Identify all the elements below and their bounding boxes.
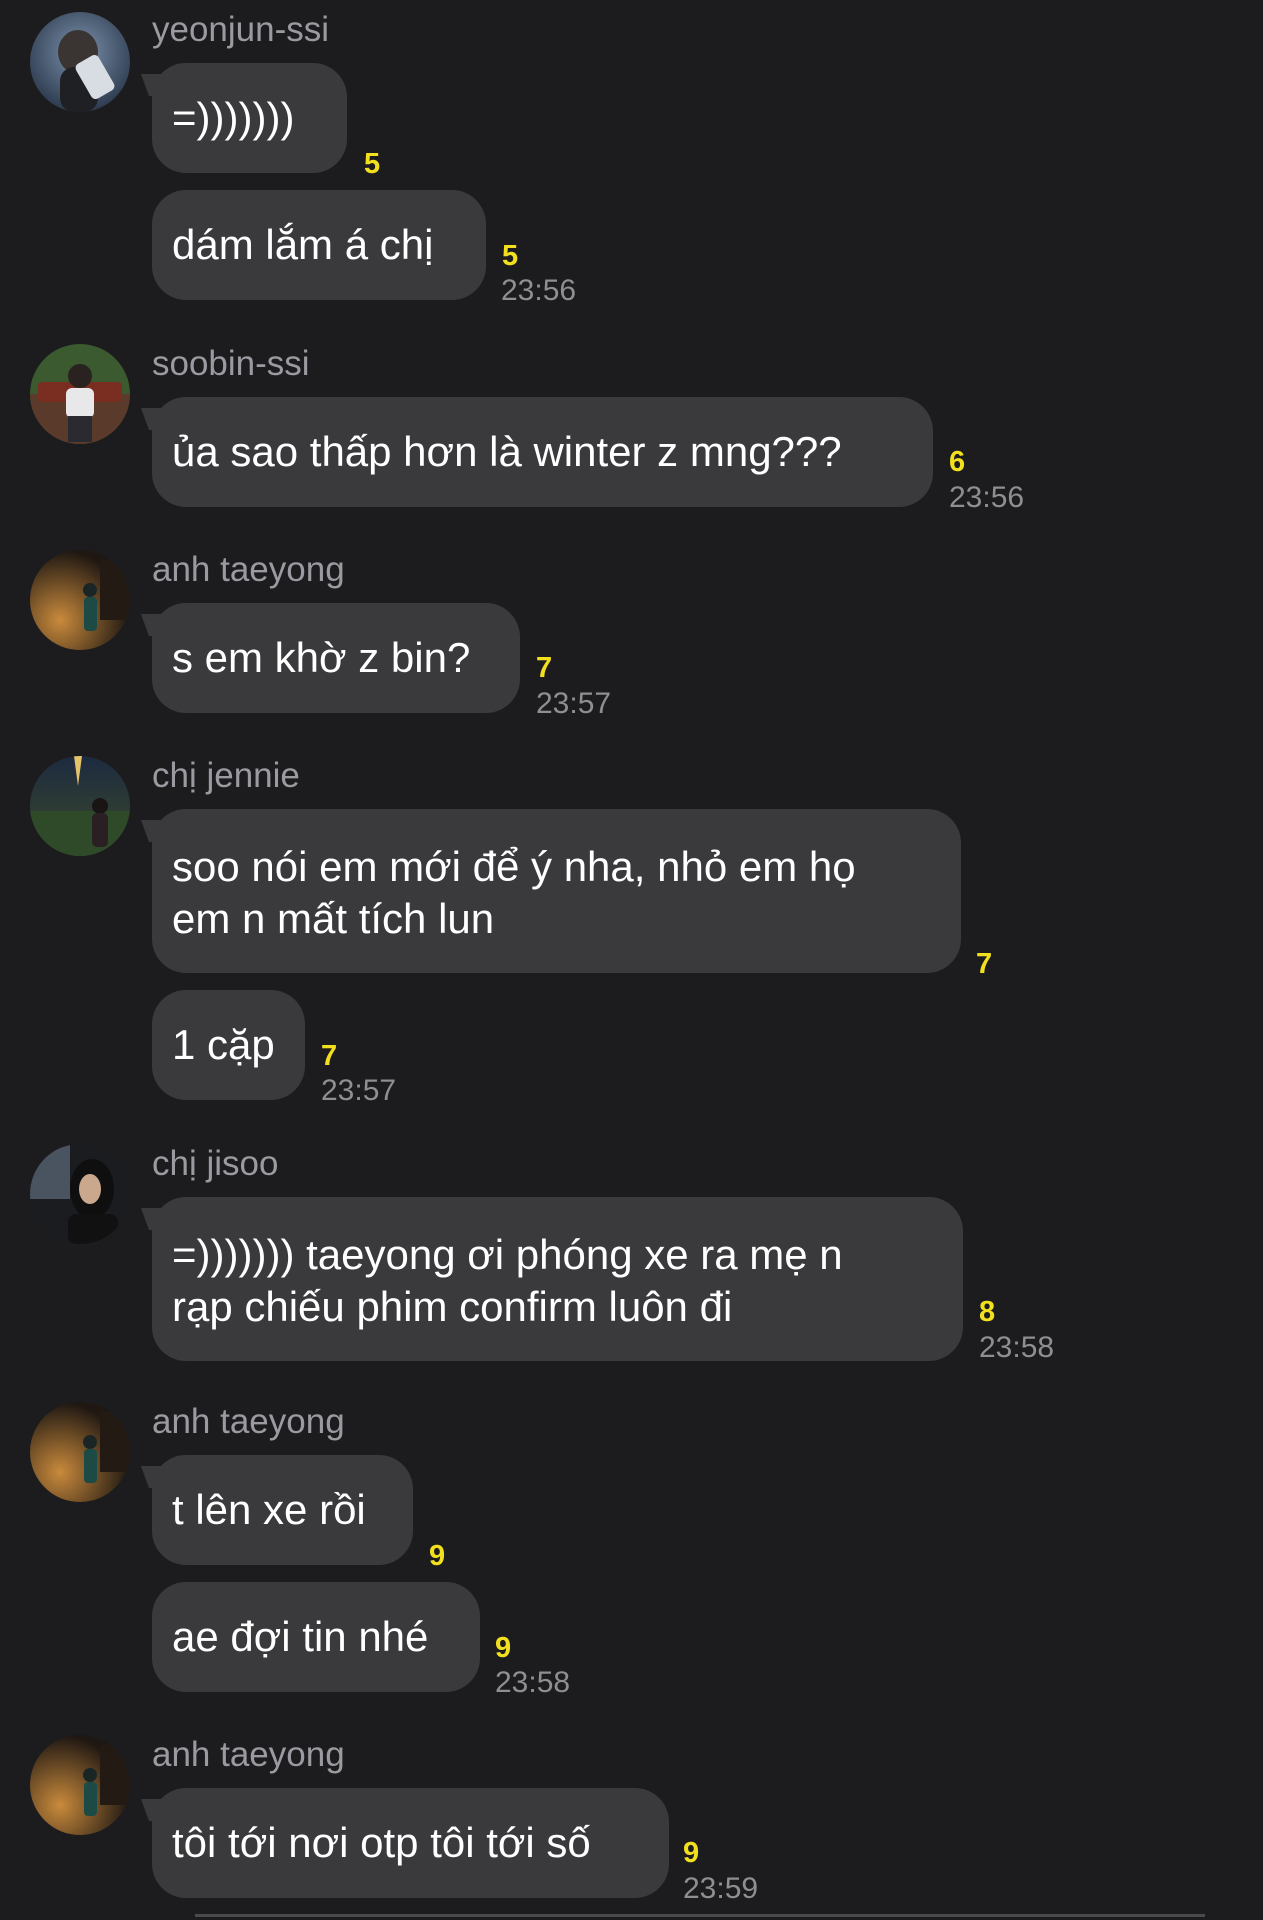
sender-name: chị jennie	[152, 756, 300, 795]
message-bubble[interactable]: dám lắm á chị	[152, 190, 486, 300]
read-count: 6	[949, 446, 966, 478]
message-text-line: em n mất tích lun	[172, 895, 495, 942]
avatar[interactable]	[30, 756, 130, 856]
sender-name: anh taeyong	[152, 1402, 345, 1441]
divider	[195, 1914, 1205, 1917]
message-text-line: rạp chiếu phim confirm luôn đi	[172, 1283, 733, 1330]
sender-name: soobin-ssi	[152, 344, 310, 383]
timestamp: 23:56	[949, 481, 1025, 514]
message-bubble[interactable]: soo nói em mới để ý nha, nhỏ em họ em n …	[152, 809, 961, 973]
message-text: dám lắm á chị	[172, 221, 434, 268]
avatar[interactable]	[30, 12, 130, 112]
sender-name: anh taeyong	[152, 1735, 345, 1774]
timestamp: 23:58	[495, 1666, 571, 1699]
message-text-line: soo nói em mới để ý nha, nhỏ em họ	[172, 843, 856, 890]
read-count: 5	[364, 148, 381, 180]
message-bubble[interactable]: =)))))))	[152, 63, 347, 173]
message-text: tôi tới nơi otp tôi tới số	[172, 1819, 591, 1866]
timestamp: 23:59	[683, 1872, 759, 1905]
avatar[interactable]	[30, 1144, 130, 1244]
message-text: ủa sao thấp hơn là winter z mng???	[172, 428, 842, 475]
read-count: 9	[495, 1632, 512, 1664]
message-bubble[interactable]: tôi tới nơi otp tôi tới số	[152, 1788, 669, 1898]
message-text: s em khờ z bin?	[172, 634, 471, 681]
read-count: 7	[321, 1040, 338, 1072]
message-text: =)))))))	[172, 94, 295, 141]
message-text: 1 cặp	[172, 1021, 275, 1068]
message-bubble[interactable]: s em khờ z bin?	[152, 603, 520, 713]
sender-name: chị jisoo	[152, 1144, 279, 1183]
message-bubble[interactable]: 1 cặp	[152, 990, 305, 1100]
avatar[interactable]	[30, 344, 130, 444]
read-count: 5	[502, 240, 519, 272]
read-count: 9	[683, 1837, 700, 1869]
message-text: t lên xe rồi	[172, 1486, 366, 1533]
avatar[interactable]	[30, 550, 130, 650]
message-bubble[interactable]: =))))))) taeyong ơi phóng xe ra mẹ n rạp…	[152, 1197, 963, 1361]
message-text: ae đợi tin nhé	[172, 1613, 429, 1660]
avatar[interactable]	[30, 1735, 130, 1835]
avatar[interactable]	[30, 1402, 130, 1502]
message-bubble[interactable]: t lên xe rồi	[152, 1455, 413, 1565]
sender-name: anh taeyong	[152, 550, 345, 589]
message-bubble[interactable]: ae đợi tin nhé	[152, 1582, 480, 1692]
timestamp: 23:56	[501, 274, 577, 307]
timestamp: 23:57	[321, 1074, 397, 1107]
read-count: 7	[976, 948, 993, 980]
timestamp: 23:58	[979, 1331, 1055, 1364]
timestamp: 23:57	[536, 687, 612, 720]
sender-name: yeonjun-ssi	[152, 10, 330, 49]
message-text-line: =))))))) taeyong ơi phóng xe ra mẹ n	[172, 1231, 843, 1278]
message-bubble[interactable]: ủa sao thấp hơn là winter z mng???	[152, 397, 933, 507]
read-count: 8	[979, 1296, 996, 1328]
read-count: 7	[536, 652, 553, 684]
read-count: 9	[429, 1540, 446, 1572]
